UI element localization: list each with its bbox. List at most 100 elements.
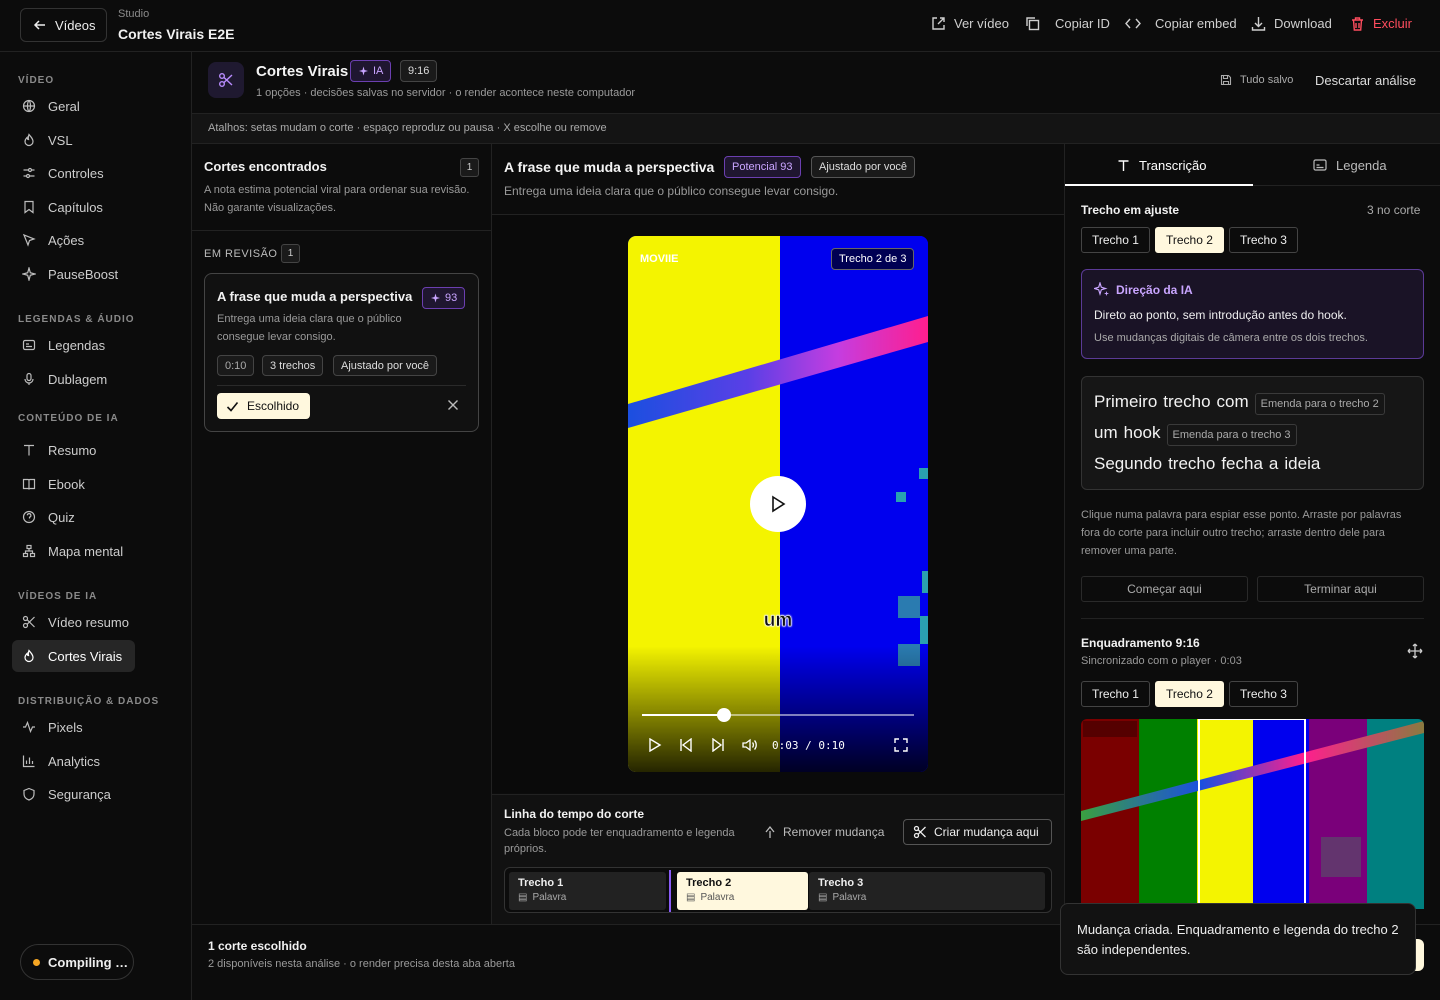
sidebar-item-video-resumo[interactable]: Vídeo resumo bbox=[12, 606, 180, 638]
progress-track[interactable] bbox=[642, 708, 914, 722]
sidebar-item-legendas[interactable]: Legendas bbox=[12, 329, 180, 361]
transcript-word[interactable]: trecho bbox=[1168, 454, 1215, 473]
transcript-word[interactable]: ideia bbox=[1284, 454, 1320, 473]
sidebar-item-quiz[interactable]: Quiz bbox=[12, 501, 180, 533]
volume-icon[interactable] bbox=[742, 738, 758, 752]
view-video-button[interactable]: Ver vídeo bbox=[931, 16, 1009, 31]
sidebar-item-label: Geral bbox=[48, 98, 80, 114]
play-button[interactable] bbox=[750, 476, 806, 532]
framing-trecho-button-3[interactable]: Trecho 3 bbox=[1229, 681, 1298, 707]
cursor-icon bbox=[22, 233, 36, 247]
sidebar-item-dublagem[interactable]: Dublagem bbox=[12, 363, 180, 395]
sidebar-item-vsl[interactable]: VSL bbox=[12, 124, 180, 156]
download-button[interactable]: Download bbox=[1251, 16, 1332, 31]
transcript-word[interactable]: com bbox=[1217, 392, 1249, 411]
transcript-words: Primeiro trecho com Emenda para o trecho 2 u… bbox=[1081, 376, 1424, 490]
timeline-segment-1[interactable]: Trecho 1 ▤ Palavra bbox=[509, 872, 666, 910]
sidebar-item-resumo[interactable]: Resumo bbox=[12, 434, 180, 466]
cut-card[interactable]: A frase que muda a perspectiva 93 Entreg… bbox=[204, 273, 479, 432]
timeline-segment-3[interactable]: Trecho 3 ▤ Palavra bbox=[809, 872, 1045, 910]
skip-forward-icon[interactable] bbox=[711, 738, 725, 752]
transcript-word[interactable]: trecho bbox=[1163, 392, 1210, 411]
flame-icon bbox=[24, 133, 34, 147]
create-change-button[interactable]: Criar mudança aqui bbox=[903, 819, 1052, 845]
sidebar-item-ebook[interactable]: Ebook bbox=[12, 468, 180, 500]
score-label: 93 bbox=[445, 292, 458, 304]
change-marker[interactable] bbox=[669, 870, 671, 912]
captions-icon: ▤ bbox=[518, 892, 528, 903]
framing-frame bbox=[1081, 719, 1424, 909]
sidebar-item-capitulos[interactable]: Capítulos bbox=[12, 191, 180, 223]
sidebar-item-geral[interactable]: Geral bbox=[12, 90, 180, 122]
remove-change-button[interactable]: Remover mudança bbox=[763, 825, 884, 839]
segment-sub-label: Palavra bbox=[532, 892, 567, 903]
captions-icon: ▤ bbox=[818, 892, 828, 903]
end-here-button[interactable]: Terminar aqui bbox=[1257, 576, 1424, 602]
transcript-word[interactable]: um bbox=[1094, 423, 1118, 442]
segment-sub: ▤ Palavra bbox=[518, 892, 657, 903]
compiling-status[interactable]: Compiling … bbox=[20, 944, 134, 980]
splice-marker[interactable]: Emenda para o trecho 3 bbox=[1166, 423, 1297, 446]
chosen-subtitle: 2 disponíveis nesta análise · o render p… bbox=[208, 958, 515, 970]
delete-button[interactable]: Excluir bbox=[1350, 16, 1412, 31]
external-link-icon bbox=[932, 17, 945, 30]
framing-trecho-button-1[interactable]: Trecho 1 bbox=[1081, 681, 1150, 707]
transcript-word[interactable]: Segundo bbox=[1094, 454, 1162, 473]
start-here-button[interactable]: Começar aqui bbox=[1081, 576, 1248, 602]
sidebar-item-pauseboost[interactable]: PauseBoost bbox=[12, 258, 180, 290]
chosen-button[interactable]: Escolhido bbox=[217, 393, 310, 419]
sidebar-item-controles[interactable]: Controles bbox=[12, 157, 180, 189]
transcript-word[interactable]: a bbox=[1269, 454, 1278, 473]
cut-description: Entrega uma ideia clara que o público co… bbox=[504, 184, 839, 198]
segment-badge: Trecho 2 de 3 bbox=[831, 248, 915, 270]
transcript-word[interactable]: Primeiro bbox=[1094, 392, 1157, 411]
ratio-badge: 9:16 bbox=[400, 60, 438, 82]
back-button[interactable]: Vídeos bbox=[20, 8, 107, 42]
sidebar-item-cortes-virais[interactable]: Cortes Virais bbox=[12, 640, 135, 672]
copy-id-button[interactable]: Copiar ID bbox=[1025, 16, 1110, 31]
sidebar-item-acoes[interactable]: Ações bbox=[12, 224, 180, 256]
flame-icon bbox=[24, 649, 34, 663]
sidebar-item-mapa-mental[interactable]: Mapa mental bbox=[12, 535, 180, 567]
play-icon[interactable] bbox=[648, 738, 662, 752]
divider bbox=[1081, 618, 1424, 619]
skip-back-icon[interactable] bbox=[679, 738, 693, 752]
play-icon bbox=[772, 495, 786, 513]
toast-notification: Mudança criada. Enquadramento e legenda … bbox=[1060, 903, 1416, 975]
adjusted-tag: Ajustado por você bbox=[333, 355, 438, 376]
scissors-icon bbox=[22, 615, 35, 629]
sidebar-item-analytics[interactable]: Analytics bbox=[12, 745, 180, 777]
framing-trecho-button-2[interactable]: Trecho 2 bbox=[1155, 681, 1224, 707]
transcript-word[interactable]: hook bbox=[1124, 423, 1161, 442]
video-player[interactable]: MOVIIE Trecho 2 de 3 um 0:03 / 0:10 bbox=[628, 236, 928, 772]
sidebar-section-title: VÍDEO bbox=[18, 75, 55, 86]
tab-transcricao[interactable]: Transcrição bbox=[1117, 144, 1206, 186]
tab-legenda[interactable]: Legenda bbox=[1313, 144, 1387, 186]
sidebar-item-label: Segurança bbox=[48, 786, 111, 802]
sidebar-item-seguranca[interactable]: Segurança bbox=[12, 778, 180, 810]
preview-panel: A frase que muda a perspectiva Potencial… bbox=[492, 144, 1064, 924]
cut-timeline: Linha do tempo do corte Cada bloco pode … bbox=[492, 794, 1064, 924]
studio-label: Studio bbox=[118, 8, 150, 20]
splice-marker[interactable]: Emenda para o trecho 2 bbox=[1254, 392, 1385, 415]
discard-analysis-button[interactable]: Descartar análise bbox=[1315, 73, 1416, 88]
fullscreen-icon[interactable] bbox=[894, 738, 908, 752]
segment-sub-label: Palavra bbox=[832, 892, 867, 903]
remove-change-label: Remover mudança bbox=[783, 825, 885, 839]
transcript-word[interactable]: fecha bbox=[1221, 454, 1263, 473]
close-icon[interactable] bbox=[447, 399, 459, 411]
trecho-button-1[interactable]: Trecho 1 bbox=[1081, 227, 1150, 253]
scissors-icon bbox=[913, 825, 926, 839]
sidebar-section-title: VÍDEOS DE IA bbox=[18, 591, 98, 602]
feature-subtitle: 1 opções · decisões salvas no servidor ·… bbox=[256, 87, 636, 99]
mic-icon bbox=[24, 372, 34, 385]
trecho-button-2[interactable]: Trecho 2 bbox=[1155, 227, 1224, 253]
progress-handle[interactable] bbox=[716, 708, 731, 722]
timeline-segment-2[interactable]: Trecho 2 ▤ Palavra bbox=[677, 872, 808, 910]
trecho-button-3[interactable]: Trecho 3 bbox=[1229, 227, 1298, 253]
framing-editor[interactable] bbox=[1081, 719, 1424, 909]
copy-embed-button[interactable]: Copiar embed bbox=[1125, 16, 1237, 31]
move-icon[interactable] bbox=[1407, 643, 1423, 659]
sidebar-item-pixels[interactable]: Pixels bbox=[12, 711, 180, 743]
text-icon bbox=[1118, 159, 1129, 171]
